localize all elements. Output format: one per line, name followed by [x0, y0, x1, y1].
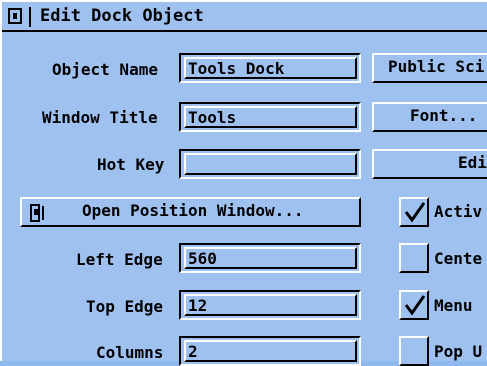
popup-checkbox-label: Pop U — [434, 342, 483, 361]
left-edge-label: Left Edge — [76, 250, 163, 269]
hot-key-value[interactable] — [184, 153, 357, 175]
font-label: Font... — [410, 106, 478, 125]
title-divider — [29, 7, 31, 27]
checkmark-icon — [404, 202, 426, 223]
title-bar[interactable]: Edit Dock Object — [2, 2, 487, 32]
popup-checkbox[interactable] — [399, 336, 429, 366]
top-edge-label: Top Edge — [86, 297, 164, 316]
object-name-field[interactable]: Tools Dock — [179, 53, 361, 83]
close-gadget-icon[interactable] — [8, 8, 22, 24]
public-screen-button[interactable]: Public Sci — [372, 53, 487, 83]
left-edge-field[interactable]: 560 — [179, 243, 361, 273]
columns-field[interactable]: 2 — [179, 336, 361, 366]
public-screen-label: Public Sci — [388, 57, 485, 76]
edit-dock-object-window: Edit Dock Object Object Name Tools Dock … — [0, 0, 487, 366]
columns-label: Columns — [96, 343, 164, 362]
edit-label: Edi — [458, 153, 487, 172]
top-edge-field[interactable]: 12 — [179, 290, 361, 320]
position-window-icon — [30, 204, 44, 222]
checkmark-icon — [404, 295, 426, 316]
object-name-label: Object Name — [52, 60, 158, 79]
center-checkbox[interactable] — [399, 243, 429, 273]
active-checkbox[interactable] — [399, 197, 429, 227]
hot-key-field[interactable] — [179, 149, 361, 179]
open-position-window-label: Open Position Window... — [82, 201, 304, 220]
top-edge-value[interactable]: 12 — [184, 294, 357, 316]
menu-checkbox[interactable] — [399, 290, 429, 320]
active-checkbox-label: Activ — [434, 202, 483, 221]
font-button[interactable]: Font... — [372, 102, 487, 132]
center-checkbox-label: Cente — [434, 249, 483, 268]
window-title-value[interactable]: Tools — [184, 106, 357, 128]
window-title: Edit Dock Object — [40, 6, 204, 26]
left-edge-value[interactable]: 560 — [184, 247, 357, 269]
object-name-value[interactable]: Tools Dock — [184, 57, 357, 79]
menu-checkbox-label: Menu — [434, 296, 473, 315]
window-title-label: Window Title — [42, 108, 158, 127]
open-position-window-button[interactable]: Open Position Window... — [20, 197, 361, 227]
edit-button[interactable]: Edi — [372, 149, 487, 179]
window-title-field[interactable]: Tools — [179, 102, 361, 132]
columns-value[interactable]: 2 — [184, 340, 357, 362]
hot-key-label: Hot Key — [97, 155, 165, 174]
